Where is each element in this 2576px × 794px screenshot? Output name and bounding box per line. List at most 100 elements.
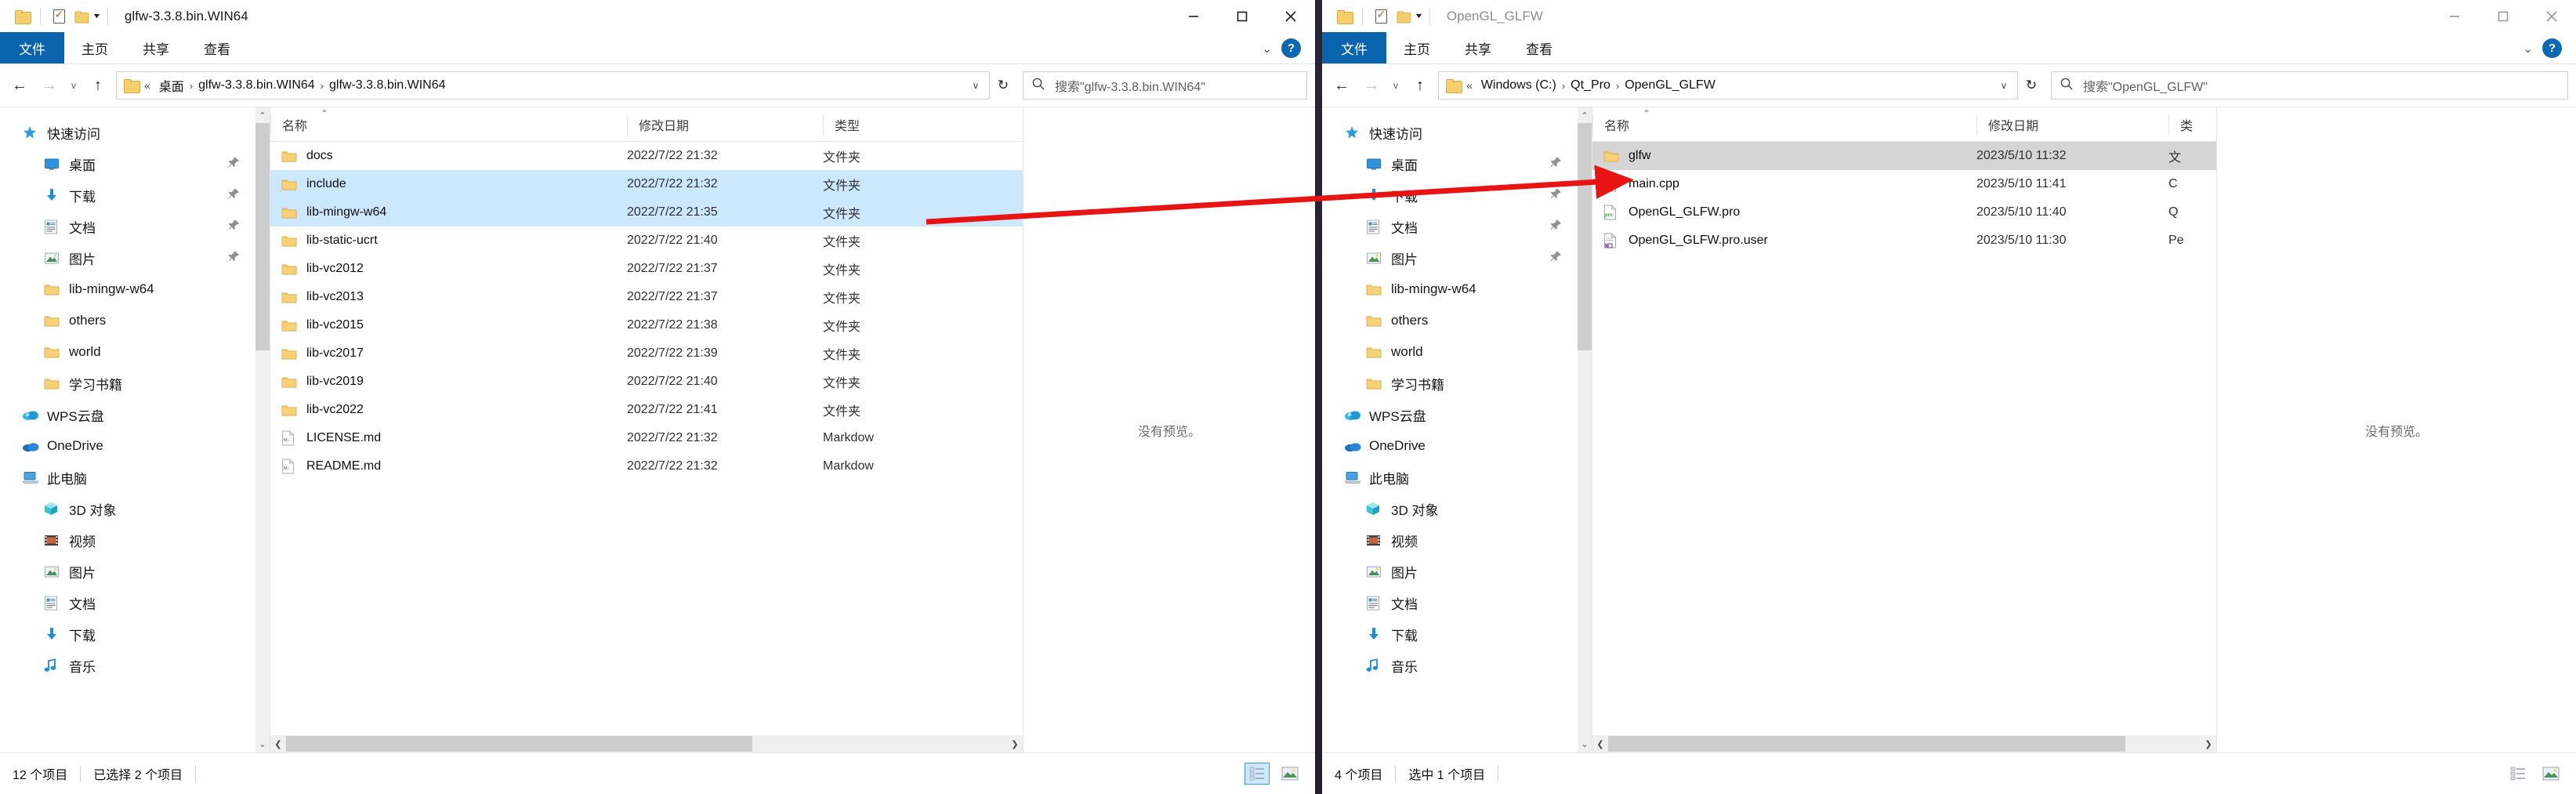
customize-caret-icon[interactable]: ▼ (92, 13, 101, 20)
help-button[interactable]: ? (2542, 38, 2562, 58)
table-row[interactable]: lib-vc2012 2022/7/22 21:37 文件夹 (270, 255, 1023, 283)
file-name-cell[interactable]: docs (270, 149, 627, 163)
table-row[interactable]: OpenGL_GLFW.pro.user 2023/5/10 11:30 Pe (1592, 227, 2216, 255)
nav-item-lib-mingw-w64[interactable]: lib-mingw-w64 (0, 274, 270, 305)
ribbon-right-controls-right[interactable]: ⌄ ? (2523, 32, 2570, 64)
new-folder-icon[interactable] (70, 5, 92, 27)
tab-home[interactable]: 主页 (64, 32, 125, 63)
nav-pane-scrollbar-left[interactable]: ⌃ ⌄ (255, 107, 270, 752)
properties-icon[interactable] (1370, 5, 1392, 27)
navigation-pane-left[interactable]: 快速访问 桌面 下载 文档 图片 lib-mingw-w64 others world 学习书籍… (0, 107, 270, 752)
tab-home[interactable]: 主页 (1386, 32, 1447, 63)
column-headers-right[interactable]: ⌃ 名称 修改日期 类 (1592, 107, 2216, 142)
scrollbar-thumb[interactable] (255, 123, 270, 350)
address-dropdown-icon[interactable]: v (1994, 80, 2014, 91)
file-name-cell[interactable]: lib-vc2012 (270, 262, 627, 276)
properties-icon[interactable] (48, 5, 70, 27)
address-bar-row-right[interactable]: ← → v ↑ « Windows (C:) › Qt_Pro › OpenGL… (1322, 64, 2576, 107)
search-box-left[interactable]: 搜索"glfw-3.3.8.bin.WIN64" (1023, 71, 1307, 100)
pin-icon[interactable] (228, 251, 240, 266)
file-name-cell[interactable]: include (270, 177, 627, 191)
scrollbar-thumb[interactable] (1608, 736, 2125, 752)
nav-item-学习书籍[interactable]: 学习书籍 (0, 368, 270, 399)
nav-item-桌面[interactable]: 桌面 (1322, 148, 1592, 179)
nav-item-下载[interactable]: 下载 (1322, 618, 1592, 650)
back-button[interactable]: ← (5, 71, 34, 100)
table-row[interactable]: lib-static-ucrt 2022/7/22 21:40 文件夹 (270, 227, 1023, 255)
scroll-up-icon[interactable]: ⌃ (259, 107, 266, 124)
nav-item-文档[interactable]: 文档 (0, 587, 270, 618)
breadcrumb-item-1[interactable]: glfw-3.3.8.bin.WIN64 (194, 78, 320, 92)
nav-list-left[interactable]: 快速访问 桌面 下载 文档 图片 lib-mingw-w64 others world 学习书籍… (0, 107, 270, 681)
explorer-window-right[interactable]: ▼ OpenGL_GLFW 文件 主页 共享 查看 ⌄ (1322, 0, 2576, 794)
quick-access-toolbar-left[interactable]: ▼ (0, 0, 115, 32)
chevron-down-icon[interactable]: ⌄ (2523, 42, 2533, 56)
file-name-cell[interactable]: lib-mingw-w64 (270, 205, 627, 219)
nav-item-lib-mingw-w64[interactable]: lib-mingw-w64 (1322, 274, 1592, 305)
forward-button[interactable]: → (34, 71, 64, 100)
title-bar-left[interactable]: ▼ glfw-3.3.8.bin.WIN64 (0, 0, 1315, 32)
file-name-cell[interactable]: lib-vc2013 (270, 290, 627, 304)
file-name-cell[interactable]: pro OpenGL_GLFW.pro (1592, 205, 1976, 220)
scroll-right-icon[interactable]: ❯ (2201, 739, 2216, 749)
table-row[interactable]: docs 2022/7/22 21:32 文件夹 (270, 142, 1023, 170)
close-button[interactable] (2527, 0, 2576, 32)
nav-item-3D 对象[interactable]: 3D 对象 (0, 493, 270, 524)
nav-item-OneDrive[interactable]: OneDrive (0, 430, 270, 462)
address-dropdown-icon[interactable]: v (966, 80, 986, 91)
file-name-cell[interactable]: lib-vc2015 (270, 318, 627, 332)
nav-item-视频[interactable]: 视频 (1322, 524, 1592, 556)
nav-item-快速访问[interactable]: 快速访问 (0, 117, 270, 148)
table-row[interactable]: lib-vc2019 2022/7/22 21:40 文件夹 (270, 368, 1023, 396)
horizontal-scrollbar-right[interactable]: ❮ ❯ (1592, 735, 2216, 752)
breadcrumb-left[interactable]: « 桌面 › glfw-3.3.8.bin.WIN64 › glfw-3.3.8… (142, 76, 966, 95)
maximize-button[interactable] (2479, 0, 2527, 32)
breadcrumb-right[interactable]: « Windows (C:) › Qt_Pro › OpenGL_GLFW (1464, 78, 1994, 92)
file-rows-left[interactable]: docs 2022/7/22 21:32 文件夹 include 2022/7/22 2… (270, 142, 1023, 735)
nav-item-图片[interactable]: 图片 (0, 242, 270, 274)
up-button[interactable]: ↑ (1405, 71, 1435, 100)
column-headers-left[interactable]: ⌃ 名称 修改日期 类型 (270, 107, 1023, 142)
close-button[interactable] (1266, 0, 1315, 32)
caption-buttons-right[interactable] (2430, 0, 2576, 32)
pin-icon[interactable] (1550, 251, 1562, 266)
pin-icon[interactable] (228, 157, 240, 172)
nav-item-下载[interactable]: 下载 (0, 618, 270, 650)
ribbon-right-controls-left[interactable]: ⌄ ? (1262, 32, 1309, 64)
large-icons-view-button[interactable] (2538, 763, 2563, 785)
scroll-down-icon[interactable]: ⌄ (259, 736, 266, 752)
nav-item-桌面[interactable]: 桌面 (0, 148, 270, 179)
tab-file[interactable]: 文件 (1322, 32, 1386, 63)
scroll-left-icon[interactable]: ❮ (270, 739, 286, 749)
table-row[interactable]: lib-vc2022 2022/7/22 21:41 文件夹 (270, 396, 1023, 424)
file-name-cell[interactable]: lib-static-ucrt (270, 234, 627, 248)
address-bar-left[interactable]: « 桌面 › glfw-3.3.8.bin.WIN64 › glfw-3.3.8… (116, 71, 990, 100)
file-name-cell[interactable]: M↓ LICENSE.md (270, 430, 627, 446)
scroll-right-icon[interactable]: ❯ (1007, 739, 1023, 749)
nav-pane-scrollbar-right[interactable]: ⌃ ⌄ (1578, 107, 1592, 752)
back-button[interactable]: ← (1327, 71, 1357, 100)
breadcrumb-overflow-icon[interactable]: « (142, 79, 154, 92)
nav-item-音乐[interactable]: 音乐 (1322, 650, 1592, 681)
file-name-cell[interactable]: lib-vc2017 (270, 346, 627, 361)
scroll-up-icon[interactable]: ⌃ (1581, 107, 1588, 124)
view-mode-buttons-right[interactable] (2505, 763, 2563, 785)
address-bar-right[interactable]: « Windows (C:) › Qt_Pro › OpenGL_GLFW v (1438, 71, 2018, 100)
navigation-pane-right[interactable]: 快速访问 桌面 下载 文档 图片 lib-mingw-w64 others world 学习书籍… (1322, 107, 1592, 752)
scroll-down-icon[interactable]: ⌄ (1581, 736, 1588, 752)
minimize-button[interactable] (1169, 0, 1218, 32)
breadcrumb-overflow-icon[interactable]: « (1464, 79, 1476, 92)
table-row[interactable]: main.cpp 2023/5/10 11:41 C (1592, 170, 2216, 198)
nav-item-学习书籍[interactable]: 学习书籍 (1322, 368, 1592, 399)
nav-item-WPS云盘[interactable]: WPS云盘 (1322, 399, 1592, 430)
minimize-button[interactable] (2430, 0, 2479, 32)
caption-buttons-left[interactable] (1169, 0, 1315, 32)
file-name-cell[interactable]: main.cpp (1592, 176, 1976, 192)
details-view-button[interactable] (1245, 763, 1270, 785)
nav-item-此电脑[interactable]: 此电脑 (1322, 462, 1592, 493)
nav-item-下载[interactable]: 下载 (0, 179, 270, 211)
ribbon-tabs-right[interactable]: 文件 主页 共享 查看 ⌄ ? (1322, 32, 2576, 64)
title-bar-right[interactable]: ▼ OpenGL_GLFW (1322, 0, 2576, 32)
help-button[interactable]: ? (1281, 38, 1301, 58)
search-box-right[interactable]: 搜索"OpenGL_GLFW" (2051, 71, 2568, 100)
